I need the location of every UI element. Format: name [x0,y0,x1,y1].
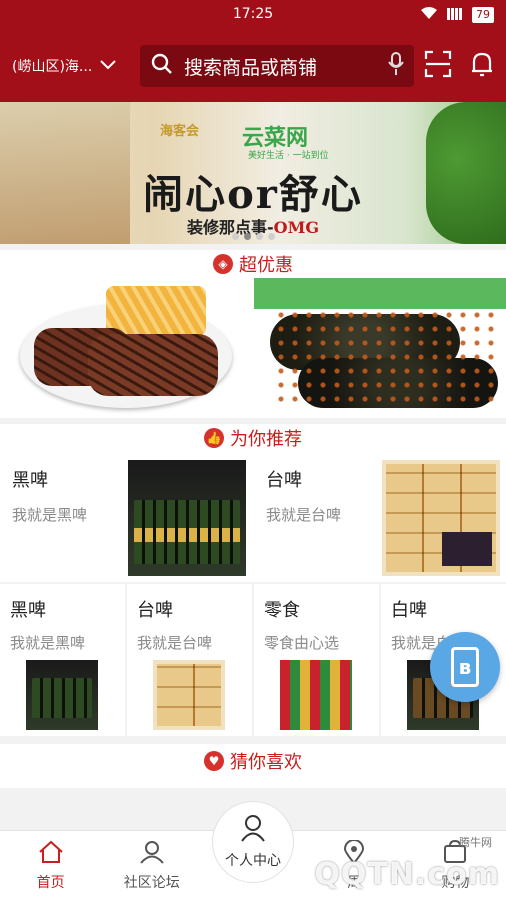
signal-icon [446,6,464,24]
deals-title: 超优惠 [239,255,293,276]
beer-boxes-image [157,664,221,726]
user-icon [240,814,266,846]
promo-banner[interactable]: 海客会 云菜网 美好生活 · 一站到位 闹心or舒心 装修那点事-OMG [0,102,506,244]
location-selector[interactable]: (崂山区)海... [12,56,130,76]
recommend-title: 为你推荐 [230,429,302,450]
fries-image [106,286,206,336]
deals-row [0,278,506,418]
bluetooth-icon: ʙ [451,647,479,687]
taiwan-beer-image [382,460,500,576]
microphone-icon[interactable] [388,51,404,81]
beer-pack-image [442,532,492,566]
banner-brand-slogan: 美好生活 · 一站到位 [248,151,329,161]
beer-labels-image [134,528,240,542]
banner-dot[interactable] [231,233,239,240]
recommend-item-title: 黑啤 [10,600,46,621]
recommend-item-subtitle: 零食由心选 [264,634,340,652]
guess-products-strip[interactable] [0,778,506,788]
watermark-small: 腾牛网 [459,836,492,849]
deals-section-header: ◈ 超优惠 [0,244,506,278]
snacks-thumb [280,660,352,730]
top-actions [424,50,494,82]
chevron-down-icon [100,58,116,74]
guess-section: ♥ 猜你喜欢 [0,744,506,788]
sea-cucumber-texture [274,308,494,408]
guess-title: 猜你喜欢 [230,752,302,773]
recommend-item-title: 白啤 [391,600,427,621]
wifi-icon [420,6,438,24]
banner-dot-active[interactable] [243,233,251,240]
home-icon [38,840,64,868]
tab-home-label: 首页 [36,875,65,891]
tag-icon: ◈ [213,254,233,274]
banner-dot[interactable] [267,233,275,240]
guess-section-header: ♥ 猜你喜欢 [0,744,506,778]
watermark-logo: QQTN.com [314,857,500,892]
beer-bottles-image [32,678,92,718]
center-profile-button[interactable]: 个人中心 [212,801,294,883]
dark-beer-thumb [26,660,98,730]
top-bar: (崂山区)海... 搜索商品或商铺 [0,30,506,102]
recommend-top-row: 黑啤 我就是黑啤 台啤 我就是台啤 [0,452,506,582]
banner-pagination [0,233,506,240]
recommend-item-title: 零食 [264,600,300,621]
banner-headline: 闹心or舒心 [143,171,363,218]
search-input[interactable]: 搜索商品或商铺 [140,45,414,87]
banner-dot[interactable] [255,233,263,240]
recommend-item-subtitle: 我就是台啤 [137,634,213,652]
tab-home[interactable]: 首页 [0,831,101,900]
tab-forum-label: 社区论坛 [123,875,180,891]
community-icon [138,840,166,868]
recommend-card-taiwan-beer[interactable]: 台啤 我就是台啤 [254,452,506,582]
deal-sea-cucumber[interactable] [254,278,506,418]
search-placeholder: 搜索商品或商铺 [184,56,318,79]
steak-image [88,334,218,396]
status-icons: 79 [420,6,494,24]
taiwan-beer-thumb [153,660,225,730]
bluetooth-float-button[interactable]: ʙ [430,632,500,702]
battery-icon: 79 [472,7,494,23]
center-profile-label: 个人中心 [225,853,281,869]
tab-forum[interactable]: 社区论坛 [101,831,202,900]
bell-icon[interactable] [470,50,494,82]
dark-beer-image [128,460,246,576]
status-bar: 17:25 79 [0,0,506,30]
thumbs-up-icon: 👍 [204,428,224,448]
recommend-item-title: 台啤 [137,600,173,621]
scan-icon[interactable] [424,50,452,82]
recommend-item-dark-beer[interactable]: 黑啤 我就是黑啤 [0,584,125,736]
search-icon [150,52,174,81]
recommend-section-header: 👍 为你推荐 [0,418,506,452]
recommend-item-subtitle: 我就是黑啤 [10,634,86,652]
banner-brand-haikehui: 海客会 [160,124,200,139]
heart-icon: ♥ [204,751,224,771]
location-label: (崂山区)海... [12,59,93,75]
recommend-item-snacks[interactable]: 零食 零食由心选 [254,584,379,736]
recommend-item-taiwan-beer[interactable]: 台啤 我就是台啤 [127,584,252,736]
deal-steak[interactable] [0,278,252,418]
recommend-card-dark-beer[interactable]: 黑啤 我就是黑啤 [0,452,252,582]
